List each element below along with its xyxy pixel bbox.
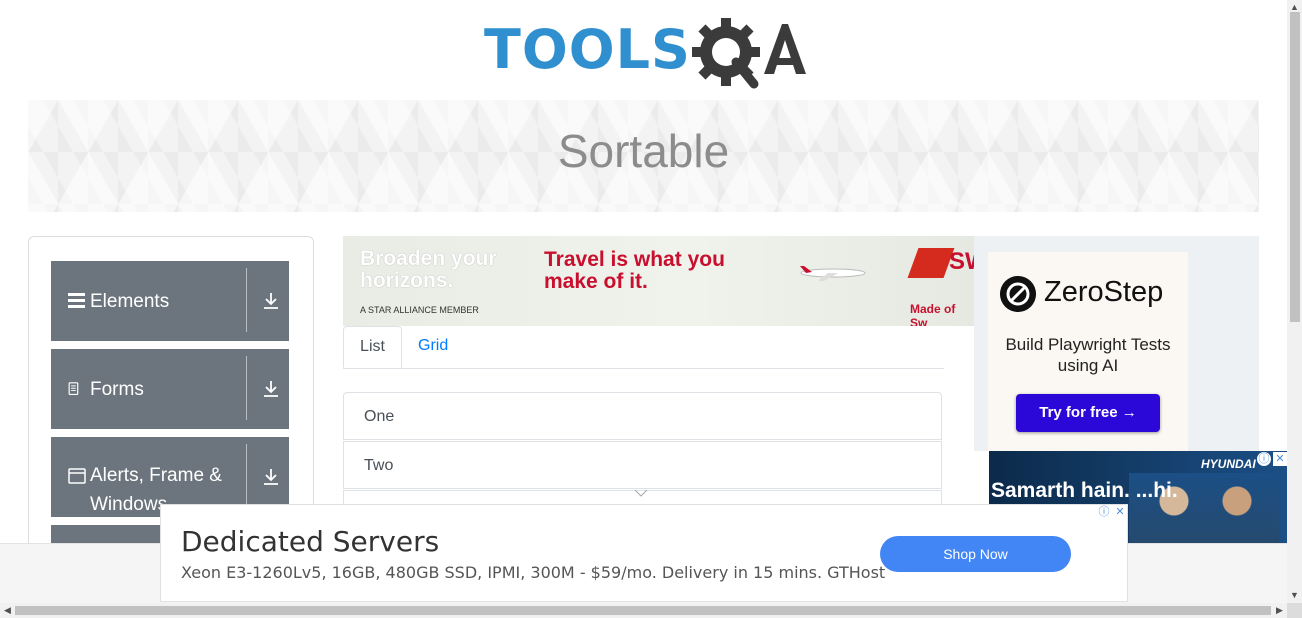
horizontal-scrollbar-thumb[interactable]	[15, 606, 1271, 615]
vertical-scrollbar-thumb[interactable]	[1290, 12, 1300, 322]
ad-title: Dedicated Servers	[181, 525, 440, 558]
divider	[246, 444, 247, 508]
ad-close-icon[interactable]: ✕	[1113, 505, 1127, 519]
site-logo[interactable]: TOOLS QA	[484, 14, 808, 92]
gear-magnifier-icon	[692, 18, 806, 89]
logo-text-tools: TOOLS	[484, 18, 691, 81]
ad-brand-name: ZeroStep	[1044, 276, 1164, 308]
ad-close-icon[interactable]: ✕	[1273, 452, 1287, 466]
list-item[interactable]: Two	[343, 441, 942, 489]
scroll-left-icon[interactable]: ◀	[0, 603, 15, 618]
tab-grid[interactable]: Grid	[418, 326, 448, 368]
scrollbar-corner	[1287, 603, 1302, 618]
hamburger-icon	[68, 293, 85, 308]
page-title: Sortable	[557, 125, 730, 177]
sidebar-advertisement[interactable]: ZeroStep Build Playwright Tests using AI…	[974, 236, 1259, 451]
tab-list[interactable]: List	[343, 326, 402, 368]
ad-tagline: Travel is what you make of it.	[544, 248, 725, 293]
bottom-advertisement[interactable]: Dedicated Servers Xeon E3-1260Lv5, 16GB,…	[160, 504, 1128, 602]
ad-text: Build Playwright Tests using AI	[1005, 335, 1171, 375]
download-icon[interactable]	[262, 380, 280, 398]
ad-headline: Broaden your horizons.	[360, 247, 497, 292]
scroll-down-icon[interactable]: ▼	[1287, 588, 1302, 603]
ad-member-text: A STAR ALLIANCE MEMBER	[360, 305, 479, 315]
download-icon[interactable]	[262, 468, 280, 486]
list-item[interactable]: One	[343, 392, 942, 440]
ad-description: Xeon E3-1260Lv5, 16GB, 480GB SSD, IPMI, …	[181, 563, 886, 582]
ad-info-icon[interactable]: ⓘ	[1257, 452, 1271, 466]
ad-made-of: Made of Sw	[910, 302, 956, 326]
sidebar-group-elements[interactable]: Elements	[51, 261, 289, 341]
sortable-list: One Two	[343, 392, 944, 514]
chevron-down-icon	[634, 489, 648, 497]
divider	[246, 356, 247, 420]
zerostep-ad[interactable]: ZeroStep Build Playwright Tests using AI…	[988, 252, 1188, 451]
airplane-icon	[800, 266, 866, 281]
sidebar-group-label: Forms	[90, 379, 144, 400]
window-icon	[68, 468, 86, 484]
swiss-flag-icon	[907, 248, 955, 278]
advertisement-banner[interactable]: Broaden your horizons. Travel is what yo…	[343, 236, 974, 326]
ad-info-icon[interactable]: ⓘ	[1097, 505, 1111, 519]
page-banner: Sortable	[28, 100, 1259, 212]
tab-bar: List Grid	[343, 326, 944, 369]
shop-now-button[interactable]: Shop Now	[880, 536, 1071, 572]
document-icon	[68, 382, 79, 396]
scroll-right-icon[interactable]: ▶	[1272, 603, 1287, 618]
ad-logo: HYUNDAI	[1201, 457, 1256, 471]
try-for-free-button[interactable]: Try for free →	[1016, 394, 1160, 432]
download-icon[interactable]	[262, 292, 280, 310]
ad-brand: SW	[949, 248, 974, 275]
sidebar-group-label: Elements	[90, 291, 170, 312]
sidebar-group-forms[interactable]: Forms	[51, 349, 289, 429]
ad-text: Samarth hain. ...hi.	[991, 479, 1178, 502]
divider	[246, 268, 247, 332]
zerostep-logo-icon	[1000, 276, 1036, 312]
